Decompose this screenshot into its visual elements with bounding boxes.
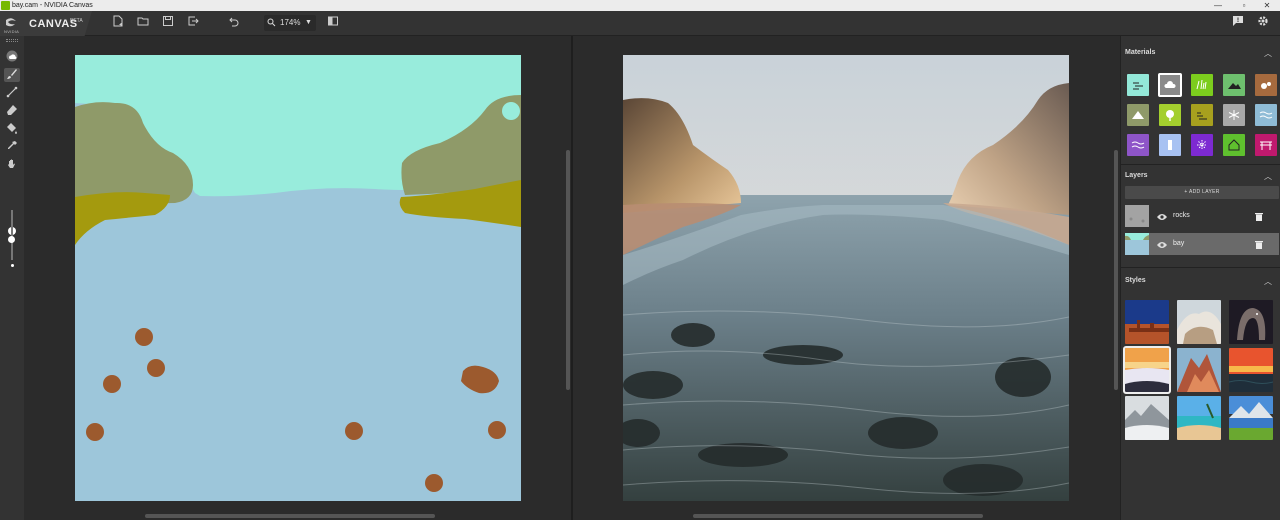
brush-icon[interactable]: [4, 68, 20, 82]
style-thumbnail-ice-rock[interactable]: [1177, 300, 1221, 344]
left-pane-horizontal-scrollbar[interactable]: [145, 514, 435, 518]
visibility-eye-icon[interactable]: [1157, 205, 1167, 227]
style-thumbnail-tropical-beach[interactable]: [1177, 396, 1221, 440]
material-river-swatch[interactable]: [1127, 134, 1149, 156]
brush-size-min-indicator: [11, 264, 14, 267]
material-bush-swatch[interactable]: [1191, 104, 1213, 126]
material-cloud-swatch[interactable]: [1158, 73, 1182, 97]
main-toolbar: NVIDIA CANVAS BETA 174% ▼: [0, 11, 1280, 36]
material-water-swatch[interactable]: [1255, 104, 1277, 126]
close-button[interactable]: ✕: [1256, 0, 1278, 11]
settings-gear-icon[interactable]: [1255, 15, 1271, 31]
feedback-icon[interactable]: [1230, 15, 1246, 31]
line-icon[interactable]: [4, 86, 20, 100]
delete-layer-trash-icon[interactable]: [1255, 205, 1263, 227]
window-titlebar: bay.cam - NVIDIA Canvas — ▫ ✕: [0, 0, 1280, 11]
delete-layer-trash-icon[interactable]: [1255, 233, 1263, 255]
window-title: bay.cam - NVIDIA Canvas: [12, 2, 93, 9]
zoom-dropdown[interactable]: 174% ▼: [264, 15, 316, 31]
section-separator: [1121, 267, 1280, 268]
style-thumbnail-sunset-fog[interactable]: [1123, 346, 1171, 394]
layer-thumbnail: [1125, 233, 1149, 255]
app-icon: [1, 1, 10, 10]
minimize-button[interactable]: —: [1207, 0, 1229, 11]
undo-icon[interactable]: [225, 15, 241, 31]
magnifier-icon: [267, 15, 276, 32]
nvidia-logo-text: NVIDIA: [4, 29, 20, 34]
panes-divider[interactable]: [571, 36, 573, 520]
right-panel: Materials ︿ Layers ︿ + ADD LAYER rocks b…: [1120, 36, 1280, 520]
material-sparkle-swatch[interactable]: [1191, 134, 1213, 156]
styles-collapse-chevron-up-icon[interactable]: ︿: [1264, 276, 1272, 287]
style-thumbnail-desert-night[interactable]: [1125, 300, 1169, 344]
material-sky-swatch[interactable]: [1127, 74, 1149, 96]
style-thumbnail-misty-mountains[interactable]: [1125, 396, 1169, 440]
nvidia-logo-icon: [6, 18, 16, 27]
eraser-icon[interactable]: [4, 104, 20, 118]
layer-name: rocks: [1173, 212, 1190, 219]
save-icon[interactable]: [160, 15, 176, 31]
layers-section-title: Layers: [1125, 172, 1148, 179]
material-hill-swatch[interactable]: [1223, 74, 1245, 96]
visibility-eye-icon[interactable]: [1157, 233, 1167, 255]
right-pane-vertical-scrollbar[interactable]: [1114, 150, 1118, 390]
materials-section-title: Materials: [1125, 49, 1156, 56]
material-mountain-swatch[interactable]: [1127, 104, 1149, 126]
beta-badge: BETA: [70, 18, 83, 24]
zoom-value: 174%: [280, 18, 301, 27]
layers-collapse-chevron-up-icon[interactable]: ︿: [1264, 171, 1272, 182]
material-house-swatch[interactable]: [1223, 134, 1245, 156]
layer-thumbnail: [1125, 205, 1149, 227]
styles-section-title: Styles: [1125, 277, 1146, 284]
chevron-down-icon: ▼: [305, 19, 312, 26]
material-picker-icon[interactable]: [4, 50, 20, 64]
material-grass-swatch[interactable]: [1191, 74, 1213, 96]
style-thumbnail-night-arch[interactable]: [1229, 300, 1273, 344]
fill-bucket-icon[interactable]: [4, 122, 20, 136]
brand-area: NVIDIA CANVAS BETA: [0, 11, 92, 36]
materials-collapse-chevron-up-icon[interactable]: ︿: [1264, 48, 1272, 59]
material-dirt-swatch[interactable]: [1255, 74, 1277, 96]
layer-name: bay: [1173, 240, 1185, 247]
maximize-button[interactable]: ▫: [1233, 0, 1255, 11]
style-thumbnail-ocean-sunset[interactable]: [1229, 348, 1273, 392]
add-layer-button[interactable]: + ADD LAYER: [1125, 186, 1279, 199]
pan-hand-icon[interactable]: [4, 158, 20, 172]
new-file-icon[interactable]: [110, 15, 126, 31]
sky-hole: [502, 102, 520, 120]
generated-image-preview: [623, 55, 1069, 501]
export-icon[interactable]: [185, 15, 201, 31]
layer-item-bay[interactable]: bay: [1125, 233, 1279, 255]
right-pane-horizontal-scrollbar[interactable]: [693, 514, 983, 518]
drag-grip-icon[interactable]: [6, 39, 18, 42]
material-bridge-swatch[interactable]: [1255, 134, 1277, 156]
segmentation-canvas[interactable]: [75, 55, 521, 501]
style-thumbnail-red-canyon[interactable]: [1177, 348, 1221, 392]
open-folder-icon[interactable]: [135, 15, 151, 31]
compare-view-icon[interactable]: [325, 15, 341, 31]
material-fog-swatch[interactable]: [1159, 134, 1181, 156]
left-pane-vertical-scrollbar[interactable]: [566, 150, 570, 390]
style-thumbnail-alpine-lake[interactable]: [1229, 396, 1273, 440]
material-snow-swatch[interactable]: [1223, 104, 1245, 126]
brush-size-slider-knob[interactable]: [8, 236, 15, 243]
material-tree-swatch[interactable]: [1159, 104, 1181, 126]
layer-item-rocks[interactable]: rocks: [1125, 205, 1279, 227]
brush-size-slider-track[interactable]: [11, 210, 13, 260]
tools-sidebar: [0, 36, 24, 520]
section-separator: [1121, 164, 1280, 165]
eyedropper-icon[interactable]: [4, 140, 20, 154]
